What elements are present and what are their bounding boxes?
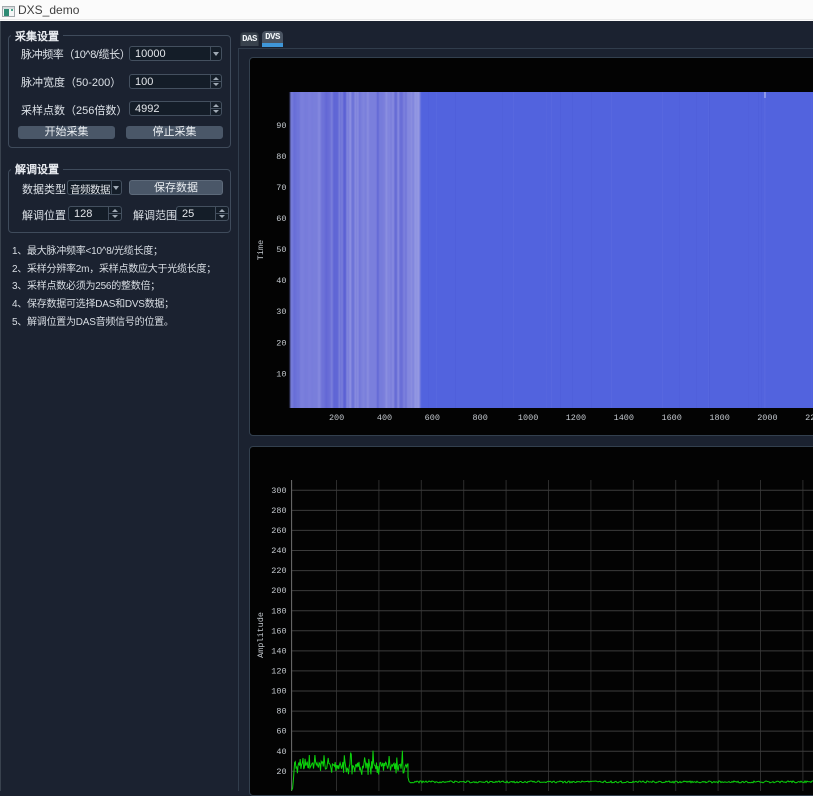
- svg-text:180: 180: [271, 606, 286, 616]
- svg-text:240: 240: [271, 546, 286, 556]
- svg-text:30: 30: [276, 307, 286, 317]
- svg-text:60: 60: [276, 727, 286, 737]
- svg-text:20: 20: [276, 767, 286, 777]
- svg-text:100: 100: [271, 687, 286, 697]
- svg-text:50: 50: [276, 245, 286, 255]
- svg-text:220: 220: [271, 566, 286, 576]
- svg-text:90: 90: [276, 121, 286, 131]
- svg-text:260: 260: [271, 526, 286, 536]
- svg-text:80: 80: [276, 152, 286, 162]
- svg-text:140: 140: [271, 647, 286, 657]
- svg-text:40: 40: [276, 747, 286, 757]
- svg-text:40: 40: [276, 276, 286, 286]
- svg-text:60: 60: [276, 214, 286, 224]
- svg-text:120: 120: [271, 667, 286, 677]
- svg-text:300: 300: [271, 486, 286, 496]
- svg-text:10: 10: [276, 369, 286, 379]
- svg-text:200: 200: [329, 413, 344, 423]
- svg-text:1000: 1000: [518, 413, 538, 423]
- svg-text:Time: Time: [256, 240, 266, 260]
- svg-text:2200: 2200: [805, 413, 813, 423]
- svg-text:70: 70: [276, 183, 286, 193]
- svg-text:400: 400: [377, 413, 392, 423]
- svg-text:1400: 1400: [614, 413, 634, 423]
- svg-text:2000: 2000: [757, 413, 777, 423]
- svg-text:Amplitude: Amplitude: [256, 612, 266, 658]
- svg-text:20: 20: [276, 338, 286, 348]
- svg-text:800: 800: [473, 413, 488, 423]
- svg-text:80: 80: [276, 707, 286, 717]
- svg-text:200: 200: [271, 586, 286, 596]
- svg-text:600: 600: [425, 413, 440, 423]
- svg-text:1600: 1600: [661, 413, 681, 423]
- svg-text:160: 160: [271, 626, 286, 636]
- svg-text:1800: 1800: [709, 413, 729, 423]
- svg-text:1200: 1200: [566, 413, 586, 423]
- svg-text:280: 280: [271, 506, 286, 516]
